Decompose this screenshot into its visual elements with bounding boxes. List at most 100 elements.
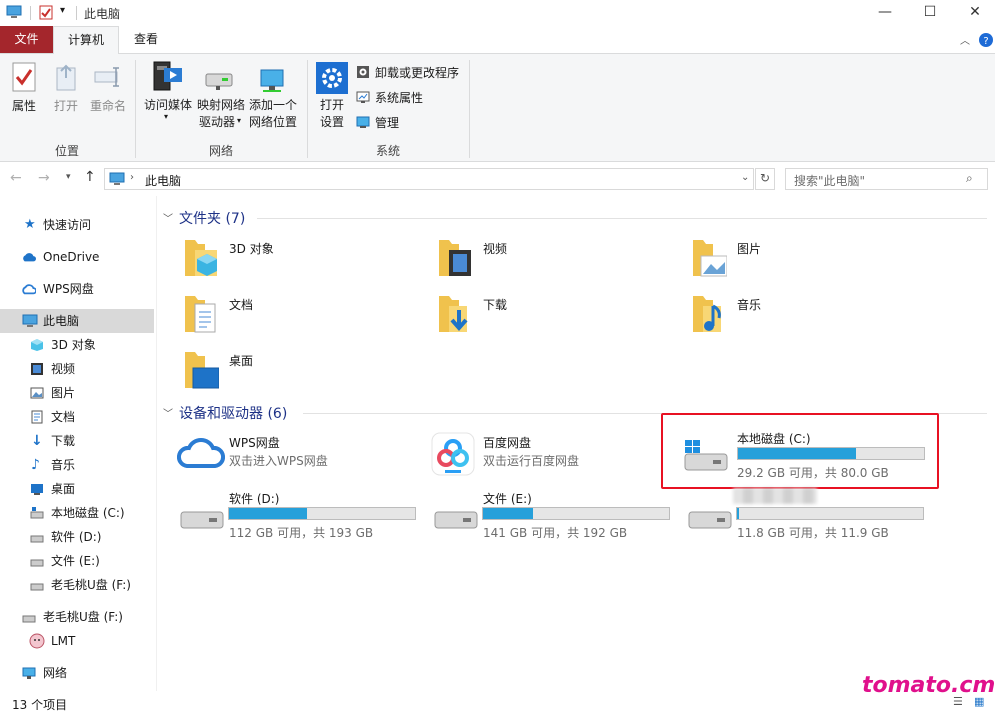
nav-network[interactable]: 网络 [0,661,154,685]
drive-f[interactable]: 11.8 GB 可用，共 11.9 GB [683,488,933,540]
drive-icon [688,511,732,529]
collapse-ribbon-icon[interactable]: ︿ [960,32,970,47]
device-name: WPS网盘 [229,436,280,450]
nav-this-pc[interactable]: 此电脑 [0,309,154,333]
folder-3d-objects[interactable]: 3D 对象 [181,236,421,282]
drive-icon [30,559,44,567]
access-media-button[interactable]: 访问媒体 ▾ [142,60,194,122]
nav-desktop[interactable]: 桌面 [0,477,154,501]
recent-locations-icon[interactable]: ▾ [66,172,71,182]
manage-button[interactable]: 管理 [356,114,416,132]
nav-lmt[interactable]: LMT [0,629,154,653]
watermark: tomato.cm [862,673,995,698]
drive-e[interactable]: 文件 (E:) 141 GB 可用，共 192 GB [429,490,679,540]
close-button[interactable]: ✕ [952,0,995,26]
minimize-button[interactable]: — [862,0,908,26]
nav-wps[interactable]: WPS网盘 [0,277,154,301]
back-arrow-icon[interactable]: ← [10,170,22,186]
open-button[interactable]: 打开 [48,62,84,118]
open-settings-button[interactable]: 打开 设置 [314,60,350,132]
nav-usb[interactable]: 老毛桃U盘 (F:) [0,605,154,629]
cube-icon [31,339,43,351]
drive-c[interactable]: 本地磁盘 (C:) 29.2 GB 可用，共 80.0 GB [683,430,933,480]
properties-button[interactable]: 属性 [6,62,42,118]
devices-section-title[interactable]: 设备和驱动器 (6) [179,403,287,423]
ribbon-tabs: 文件 计算机 查看 ︿ ? [0,26,995,54]
network-icon [22,667,36,679]
system-drive-icon [30,507,44,519]
properties-icon [12,62,36,92]
download-arrow-icon: ↓ [31,433,43,449]
wps-cloud-drive[interactable]: WPS网盘 双击进入WPS网盘 [175,430,415,478]
properties-qat-icon[interactable] [39,5,53,20]
rename-label: 重命名 [89,99,126,113]
map-network-drive-button[interactable]: 映射网络 驱动器 ▾ [196,60,246,132]
folder-desktop[interactable]: 桌面 [181,348,421,394]
collapse-chevron-icon[interactable]: ﹀ [163,210,173,225]
breadcrumb-chevron-icon[interactable]: › [130,172,134,183]
folder-videos[interactable]: 视频 [435,236,675,282]
maximize-button[interactable]: ☐ [907,0,953,26]
folders-section-title[interactable]: 文件夹 (7) [179,208,245,228]
uninstall-programs-button[interactable]: 卸载或更改程序 [356,64,466,82]
collapse-chevron-icon[interactable]: ﹀ [163,405,173,420]
nav-drive-c[interactable]: 本地磁盘 (C:) [0,501,154,525]
picture-icon [30,387,44,399]
drive-icon [434,511,478,529]
title-bar: ▾ 此电脑 — ☐ ✕ [0,0,995,26]
folder-music[interactable]: 音乐 [689,292,929,338]
wps-cloud-icon [22,284,36,295]
add-location-label-1: 添加一个 [248,98,297,112]
folder-picture-icon [693,240,727,277]
help-icon[interactable]: ? [979,33,993,47]
device-name: 百度网盘 [483,436,532,450]
nav-pictures[interactable]: 图片 [0,381,154,405]
tab-computer[interactable]: 计算机 [53,26,119,54]
folder-label: 3D 对象 [229,242,274,256]
folder-pictures[interactable]: 图片 [689,236,929,282]
baidu-cloud-drive[interactable]: 百度网盘 双击运行百度网盘 [429,430,669,478]
nav-3d-objects[interactable]: 3D 对象 [0,333,154,357]
qat-dropdown-icon[interactable]: ▾ [60,5,65,16]
nav-drive-e[interactable]: 文件 (E:) [0,549,154,573]
folder-video-icon [439,240,471,276]
folder-3d-icon [185,240,217,276]
nav-drive-f[interactable]: 老毛桃U盘 (F:) [0,573,154,597]
address-bar[interactable]: › 此电脑 ⌄ [104,168,754,190]
open-label: 打开 [53,99,78,113]
system-properties-button[interactable]: 系统属性 [356,89,436,107]
desktop-icon [31,484,43,495]
rename-button[interactable]: 重命名 [88,62,128,118]
nav-quick-access[interactable]: ★ 快速访问 [0,213,154,237]
search-icon[interactable]: ⌕ [966,171,973,186]
add-network-location-button[interactable]: 添加一个 网络位置 [247,60,299,132]
uninstall-icon [357,66,369,78]
folder-downloads[interactable]: 下载 [435,292,675,338]
nav-music[interactable]: ♪ 音乐 [0,453,154,477]
folder-label: 视频 [483,242,508,256]
blurred-drive-name [733,488,817,504]
nav-label: 下载 [51,434,76,448]
tab-file[interactable]: 文件 [0,26,53,53]
drive-space-info: 29.2 GB 可用，共 80.0 GB [737,466,889,480]
tab-view[interactable]: 查看 [124,26,168,53]
drive-icon [30,535,44,543]
nav-onedrive[interactable]: OneDrive [0,245,154,269]
refresh-button[interactable]: ↻ [755,168,775,190]
search-box[interactable]: 搜索"此电脑" ⌕ [785,168,988,190]
nav-label: 视频 [51,362,76,376]
map-drive-label-2: 驱动器 [198,115,235,129]
nav-documents[interactable]: 文档 [0,405,154,429]
drive-d[interactable]: 软件 (D:) 112 GB 可用，共 193 GB [175,490,425,540]
nav-videos[interactable]: 视频 [0,357,154,381]
content-pane: ﹀ 文件夹 (7) 3D 对象 视频 图片 文档 下载 音乐 桌面 ﹀ 设备和驱… [157,196,995,691]
folder-documents[interactable]: 文档 [181,292,421,338]
forward-arrow-icon[interactable]: → [38,170,50,186]
breadcrumb-this-pc[interactable]: 此电脑 [145,172,181,189]
address-dropdown-icon[interactable]: ⌄ [741,172,749,183]
computer-icon [6,5,22,18]
nav-label: WPS网盘 [43,282,94,296]
nav-drive-d[interactable]: 软件 (D:) [0,525,154,549]
up-arrow-icon[interactable]: ↑ [84,169,96,185]
nav-downloads[interactable]: ↓ 下载 [0,429,154,453]
